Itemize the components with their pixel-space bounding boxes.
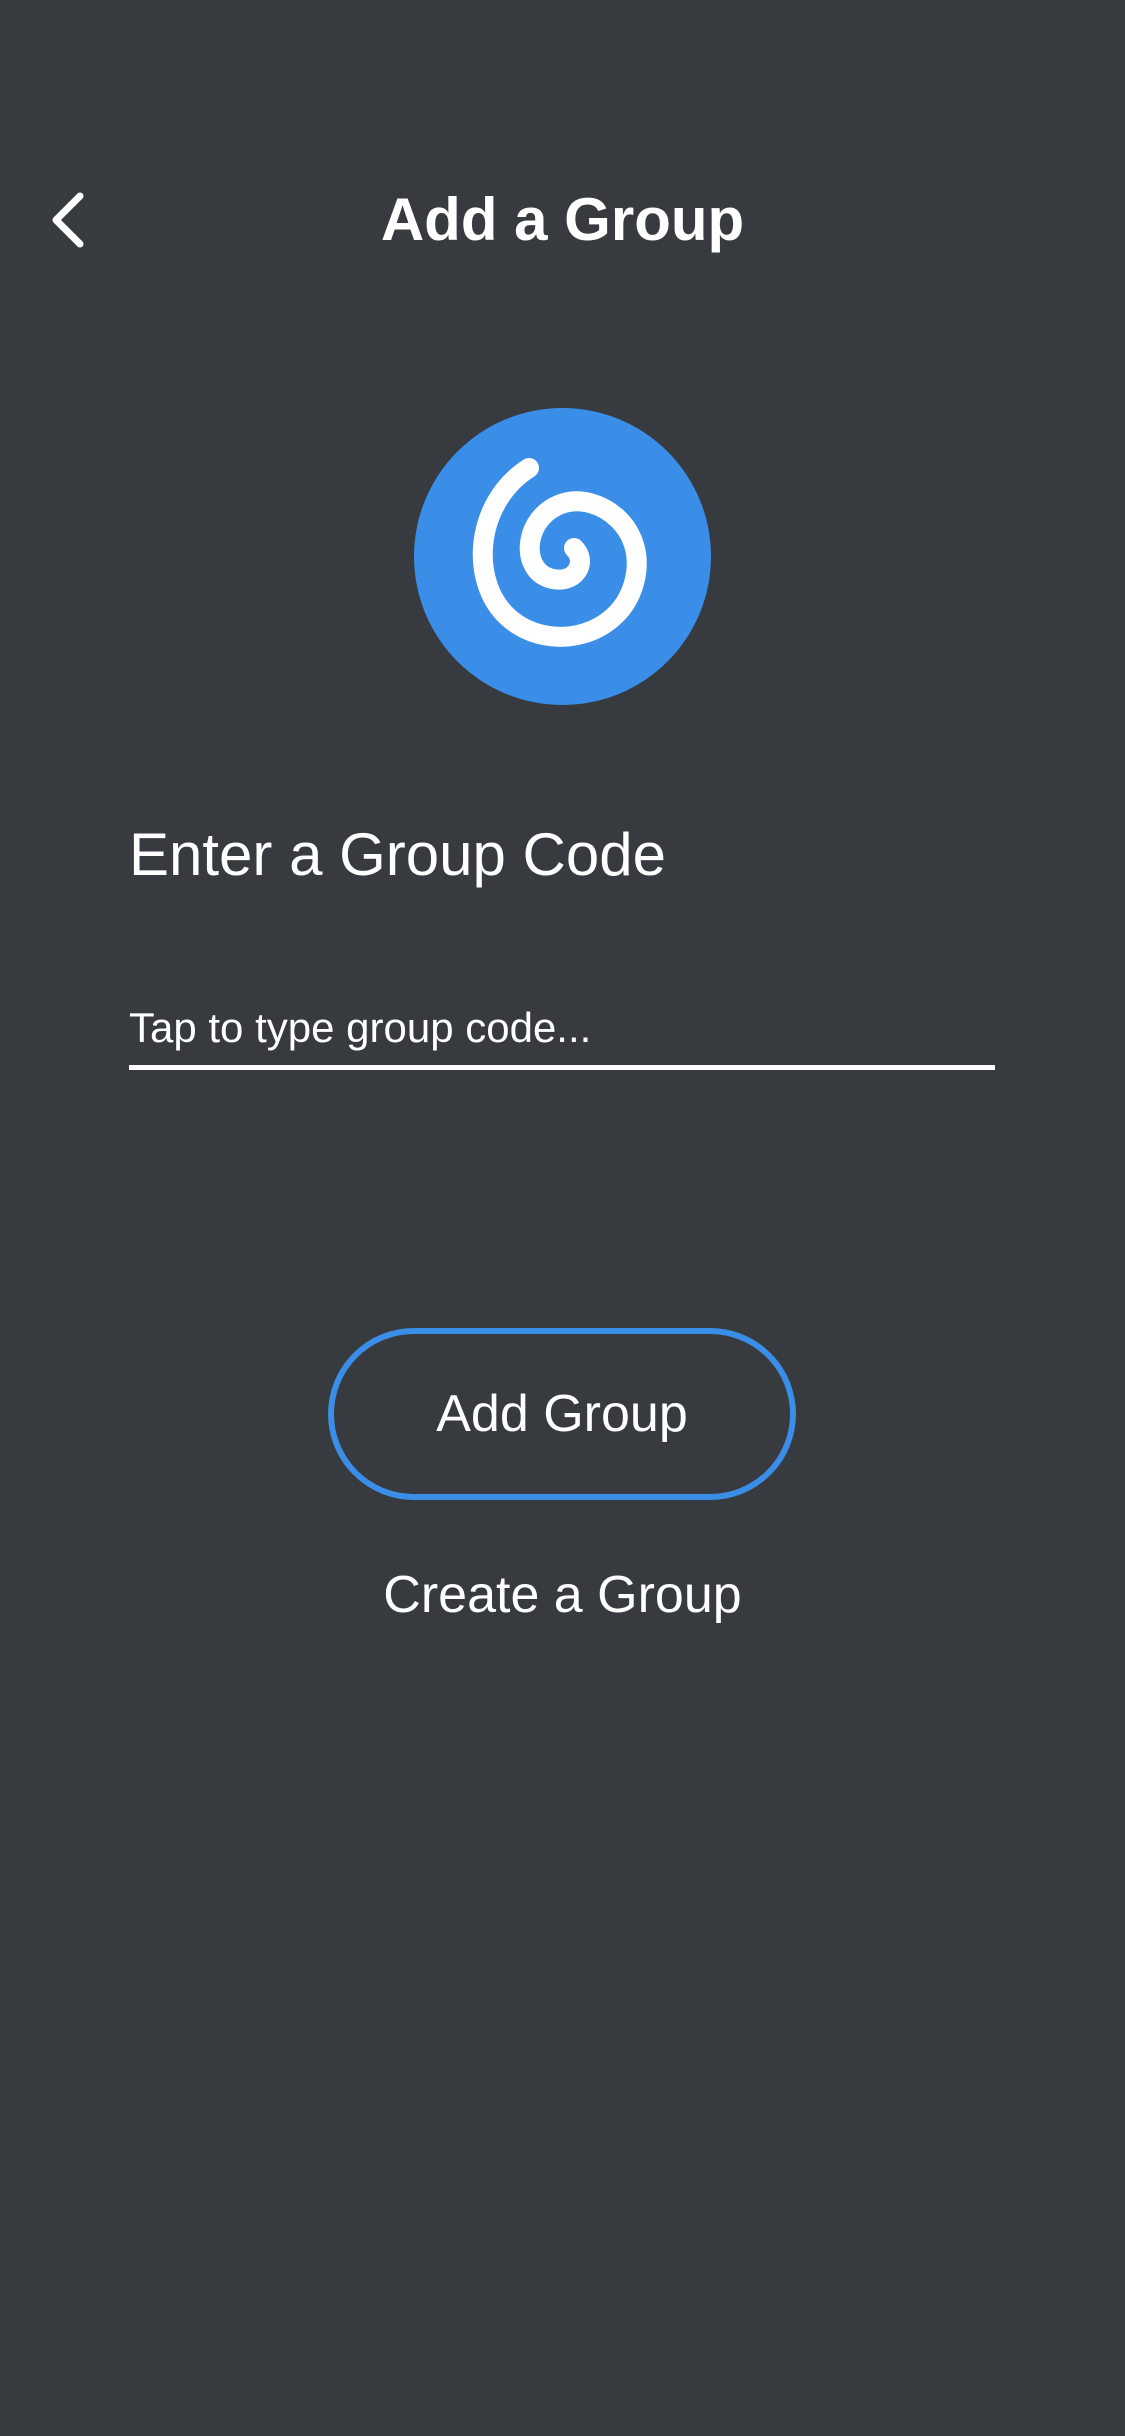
- spiral-icon: [414, 408, 711, 705]
- add-group-button[interactable]: Add Group: [328, 1328, 796, 1500]
- create-group-link[interactable]: Create a Group: [0, 1555, 1125, 1635]
- group-logo: [414, 408, 711, 705]
- header-bar: Add a Group: [0, 170, 1125, 270]
- group-code-input[interactable]: [129, 990, 995, 1070]
- section-heading: Enter a Group Code: [129, 821, 666, 888]
- page-title: Add a Group: [380, 186, 745, 253]
